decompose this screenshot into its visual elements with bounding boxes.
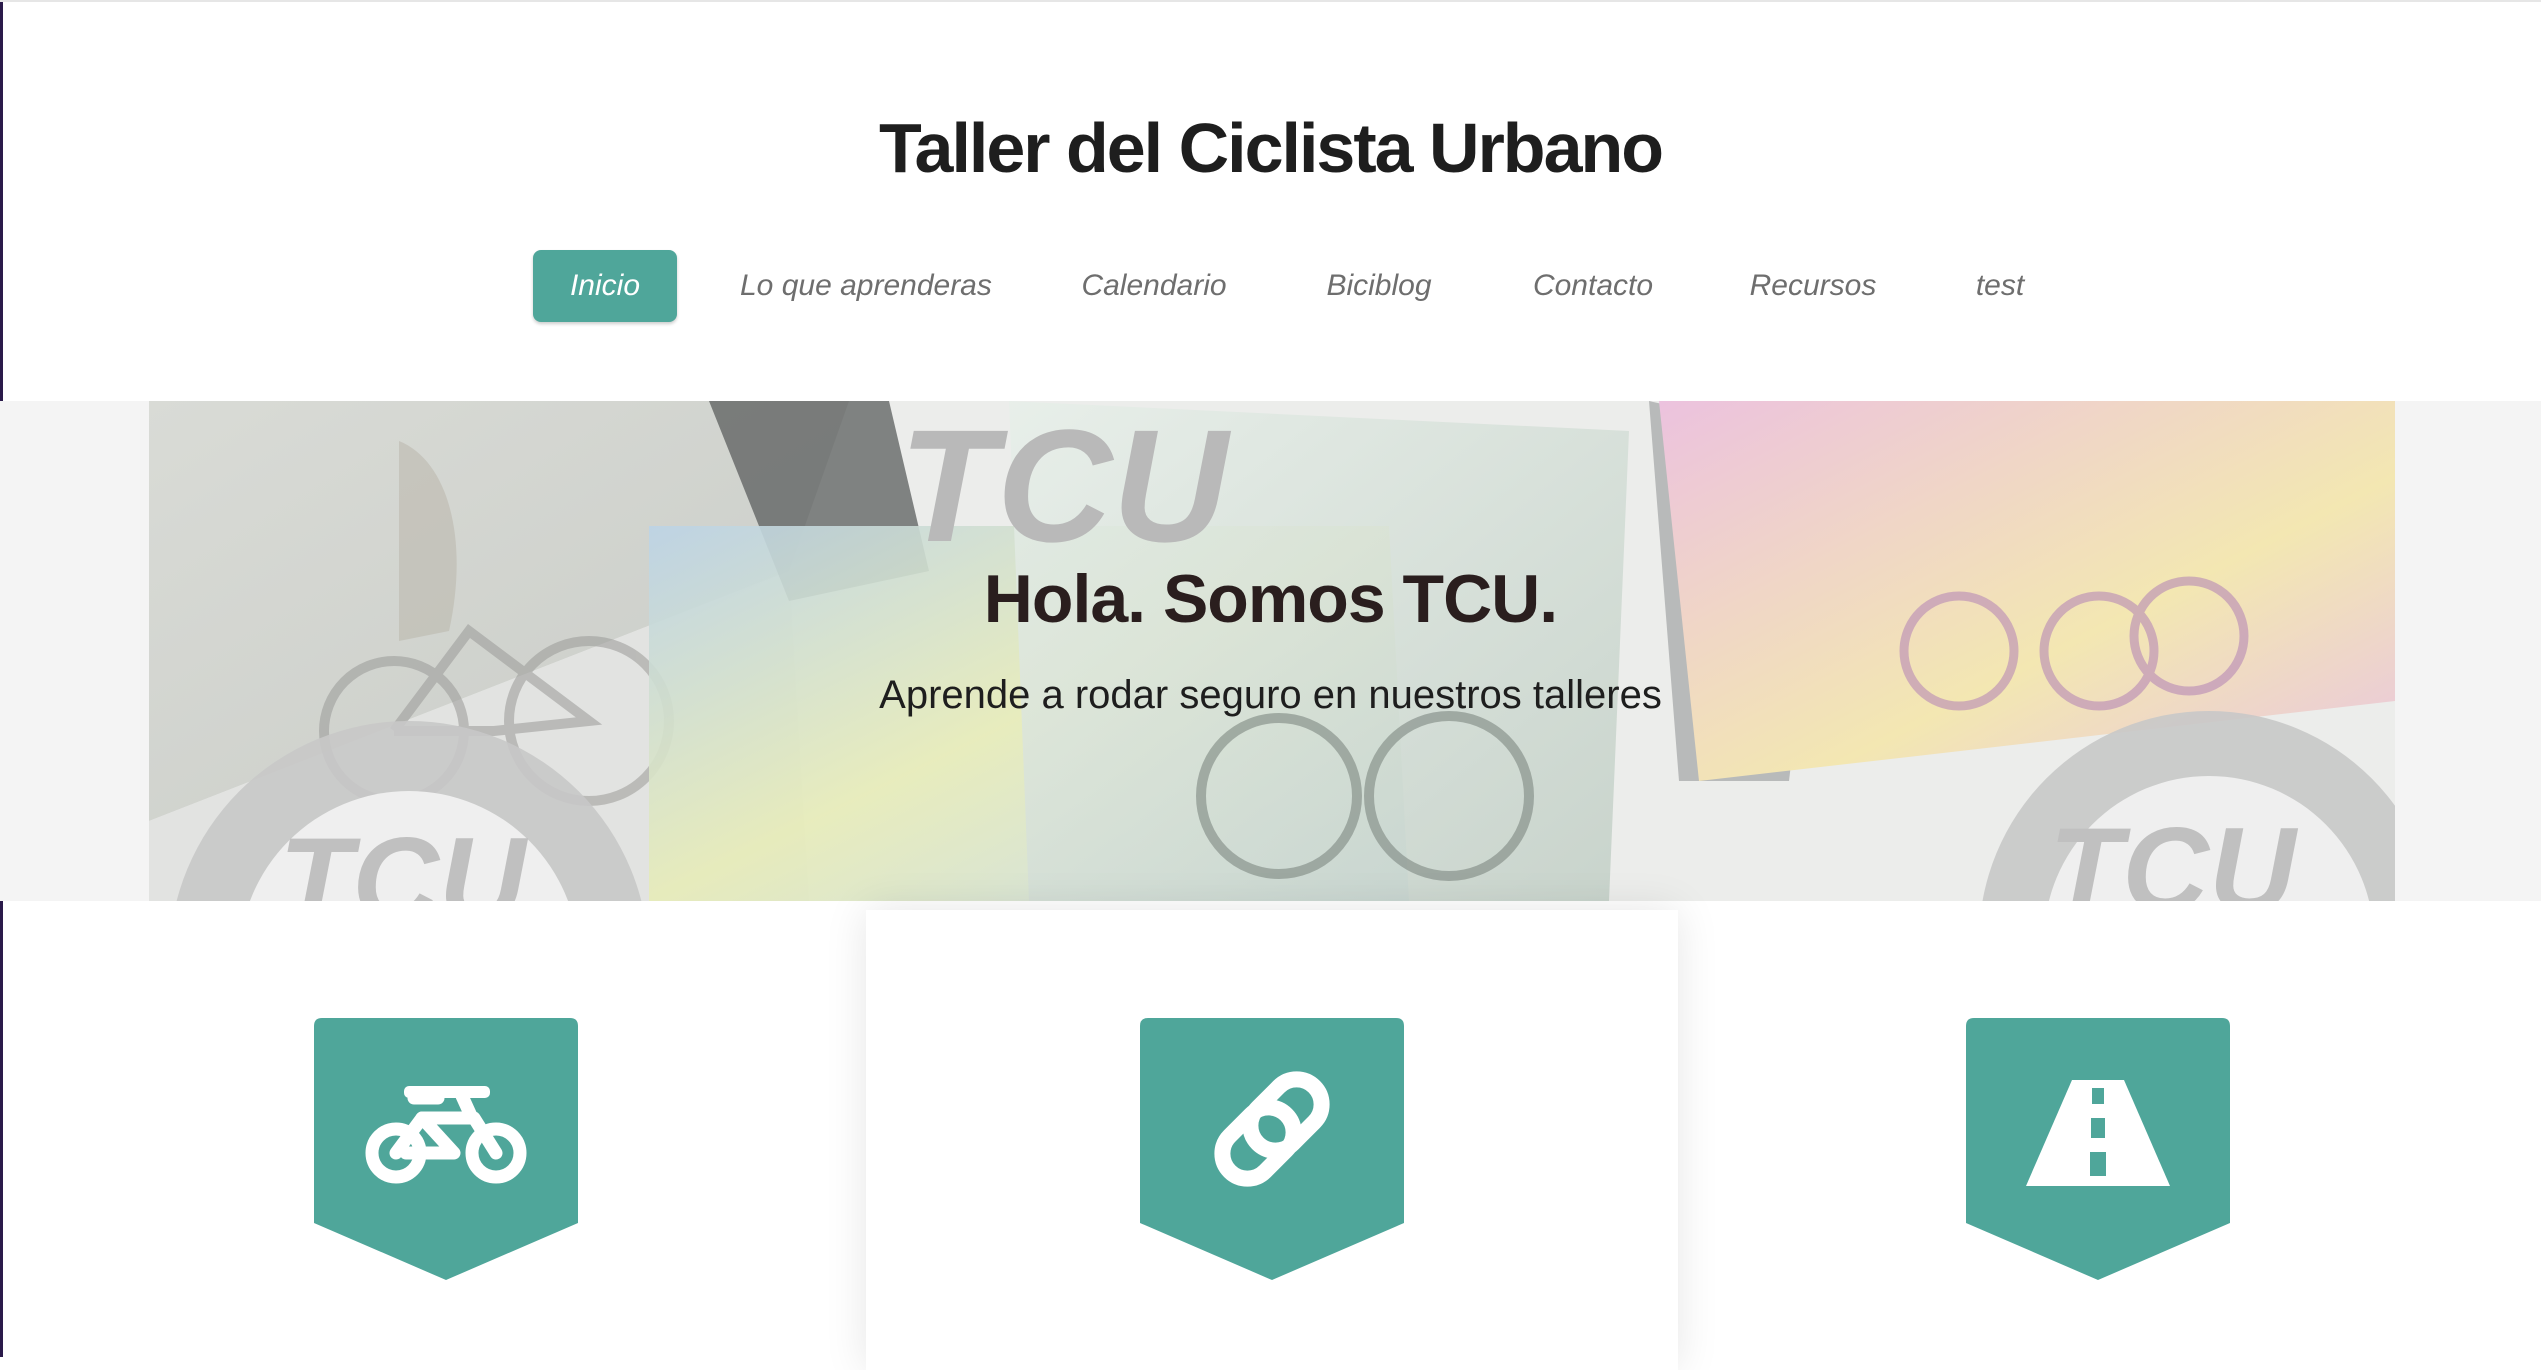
hero-logo-text-right: TCU xyxy=(2049,803,2299,901)
road-icon[interactable] xyxy=(1966,1018,2230,1280)
nav-item-biciblog[interactable]: Biciblog xyxy=(1316,250,1442,322)
site-title[interactable]: Taller del Ciclista Urbano xyxy=(0,108,2541,188)
hero-logo-text-left: TCU xyxy=(279,813,529,901)
hero-subheading: Aprende a rodar seguro en nuestros talle… xyxy=(879,673,1662,717)
hero-collage-image: TCU TCU TCU xyxy=(149,401,2395,901)
window-top-edge xyxy=(0,0,2541,2)
link-icon[interactable] xyxy=(1140,1018,1404,1280)
nav-item-test[interactable]: test xyxy=(1965,250,2035,322)
nav-item-inicio[interactable]: Inicio xyxy=(533,250,677,322)
main-navigation: Inicio Lo que aprenderas Calendario Bici… xyxy=(0,250,2541,326)
nav-item-calendario[interactable]: Calendario xyxy=(1070,250,1238,322)
nav-item-recursos[interactable]: Recursos xyxy=(1748,250,1878,322)
hero-heading: Hola. Somos TCU. xyxy=(983,561,1558,637)
hero-logo-text-top: TCU xyxy=(899,401,1231,575)
hero-collage: TCU TCU TCU xyxy=(149,401,2395,901)
nav-item-contacto[interactable]: Contacto xyxy=(1525,250,1661,322)
bicycle-icon[interactable] xyxy=(314,1018,578,1280)
nav-item-lo-que-aprenderas[interactable]: Lo que aprenderas xyxy=(740,250,992,322)
